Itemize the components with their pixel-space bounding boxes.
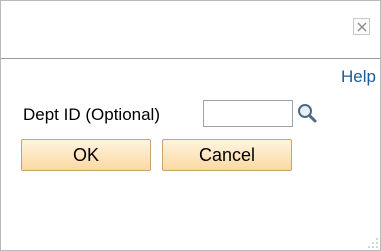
dept-id-input[interactable] — [203, 100, 293, 127]
prompt-dialog: Help Dept ID (Optional) OK Cancel — [0, 0, 381, 251]
close-icon — [357, 22, 367, 32]
ok-button[interactable]: OK — [21, 139, 151, 171]
cancel-button[interactable]: Cancel — [162, 139, 292, 171]
lookup-magnifier-icon[interactable] — [296, 102, 318, 124]
dept-id-label: Dept ID (Optional) — [23, 105, 160, 124]
resize-grip-icon[interactable] — [367, 237, 379, 249]
help-link[interactable]: Help — [341, 67, 376, 87]
dialog-titlebar — [1, 1, 380, 59]
close-button[interactable] — [353, 18, 370, 35]
